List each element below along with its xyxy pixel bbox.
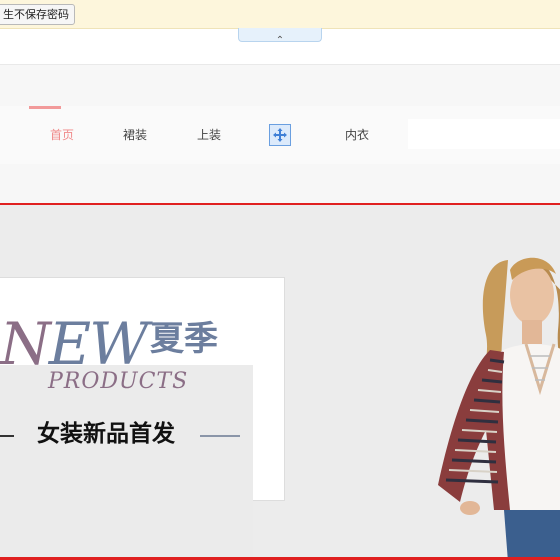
chevron-up-icon: ⌃ (275, 35, 285, 46)
hero-banner[interactable]: NEW 夏季 PRODUCTS 女装新品首发 (0, 203, 560, 560)
products-title: PRODUCTS (48, 369, 189, 394)
nav-item-tops[interactable]: 上装 (177, 106, 241, 164)
password-save-bar: 生不保存密码 (0, 0, 560, 29)
collapse-tab[interactable]: ⌃ (238, 28, 322, 46)
divider-left (0, 435, 14, 437)
nav-item-underwear[interactable]: 内衣 (325, 106, 389, 164)
season-title: 夏季 (150, 319, 218, 359)
divider-right (200, 435, 240, 437)
tagline: 女装新品首发 (37, 421, 175, 447)
model-photo (438, 257, 560, 560)
move-handle-icon[interactable] (269, 124, 291, 146)
nav-item-dresses[interactable]: 裙装 (103, 106, 167, 164)
new-title: NEW (0, 310, 149, 378)
never-save-password-button[interactable]: 生不保存密码 (0, 4, 75, 25)
nav-item-home[interactable]: 首页 (29, 106, 94, 164)
nav-search-box[interactable] (408, 119, 560, 149)
